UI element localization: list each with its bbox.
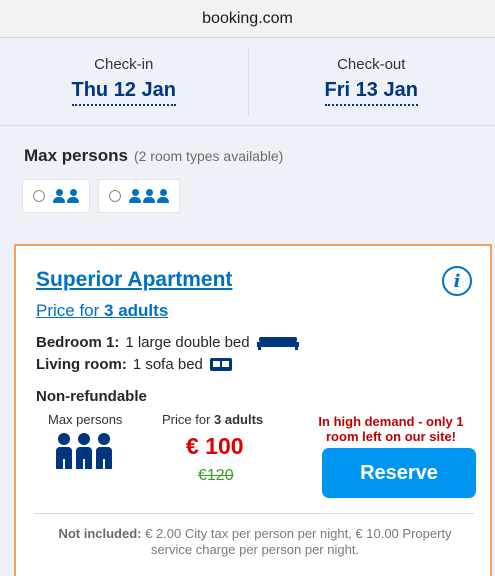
persons-option-2[interactable]: [22, 179, 90, 213]
radio-button[interactable]: [33, 190, 45, 202]
bed-info-living-room: Living room: 1 sofa bed: [36, 356, 233, 373]
checkout-date[interactable]: Fri 13 Jan: [324, 79, 418, 106]
not-included-text: € 2.00 City tax per person per night, € …: [145, 526, 452, 557]
current-price: € 100: [186, 433, 244, 459]
bed-value: 1 sofa bed: [132, 356, 203, 373]
room-card: Superior Apartment i Price for 3 adults …: [14, 244, 492, 576]
not-included-label: Not included:: [58, 526, 142, 541]
info-icon[interactable]: i: [442, 266, 472, 296]
persons-filter: [22, 179, 180, 213]
double-bed-icon: [256, 336, 299, 350]
checkout-field[interactable]: Check-out Fri 13 Jan: [248, 38, 495, 125]
high-demand-notice: In high demand - only 1 room left on our…: [318, 414, 464, 444]
price-header: Price for 3 adults: [162, 412, 263, 427]
price-header-prefix: Price for: [162, 412, 215, 427]
persons-option-3[interactable]: [98, 179, 180, 213]
price-header-guests: 3 adults: [214, 412, 264, 427]
max-persons-label: Max persons: [48, 412, 123, 427]
max-persons-title: Max persons: [24, 146, 128, 165]
divider: [34, 513, 474, 514]
room-types-count: (2 room types available): [133, 148, 284, 164]
original-price: €120: [198, 467, 234, 484]
url-text: booking.com: [202, 9, 293, 27]
price-for-prefix: Price for: [36, 301, 105, 320]
not-included-notice: Not included: € 2.00 City tax per person…: [44, 526, 466, 558]
sofa-bed-icon: [209, 357, 232, 371]
checkin-field[interactable]: Check-in Thu 12 Jan: [0, 38, 248, 125]
price-for-guests: 3 adults: [104, 301, 169, 320]
reserve-button[interactable]: Reserve: [322, 448, 476, 498]
three-persons-icon: [56, 433, 112, 469]
bed-label: Bedroom 1:: [36, 334, 120, 351]
bed-label: Living room:: [36, 356, 127, 373]
checkin-label: Check-in: [94, 56, 154, 73]
date-selector: Check-in Thu 12 Jan Check-out Fri 13 Jan: [0, 38, 495, 126]
date-divider: [248, 48, 249, 116]
checkout-label: Check-out: [337, 56, 406, 73]
room-title-link[interactable]: Superior Apartment: [36, 268, 232, 292]
browser-url-bar[interactable]: booking.com: [0, 0, 495, 38]
bed-value: 1 large double bed: [125, 334, 250, 351]
radio-button[interactable]: [109, 190, 121, 202]
two-persons-icon: [53, 189, 79, 203]
max-persons-heading: Max persons (2 room types available): [24, 146, 283, 166]
bed-info-bedroom: Bedroom 1: 1 large double bed: [36, 334, 300, 351]
price-for-link[interactable]: Price for 3 adults: [36, 301, 168, 321]
three-persons-icon: [129, 189, 169, 203]
checkin-date[interactable]: Thu 12 Jan: [71, 79, 176, 106]
cancellation-policy: Non-refundable: [36, 388, 147, 405]
